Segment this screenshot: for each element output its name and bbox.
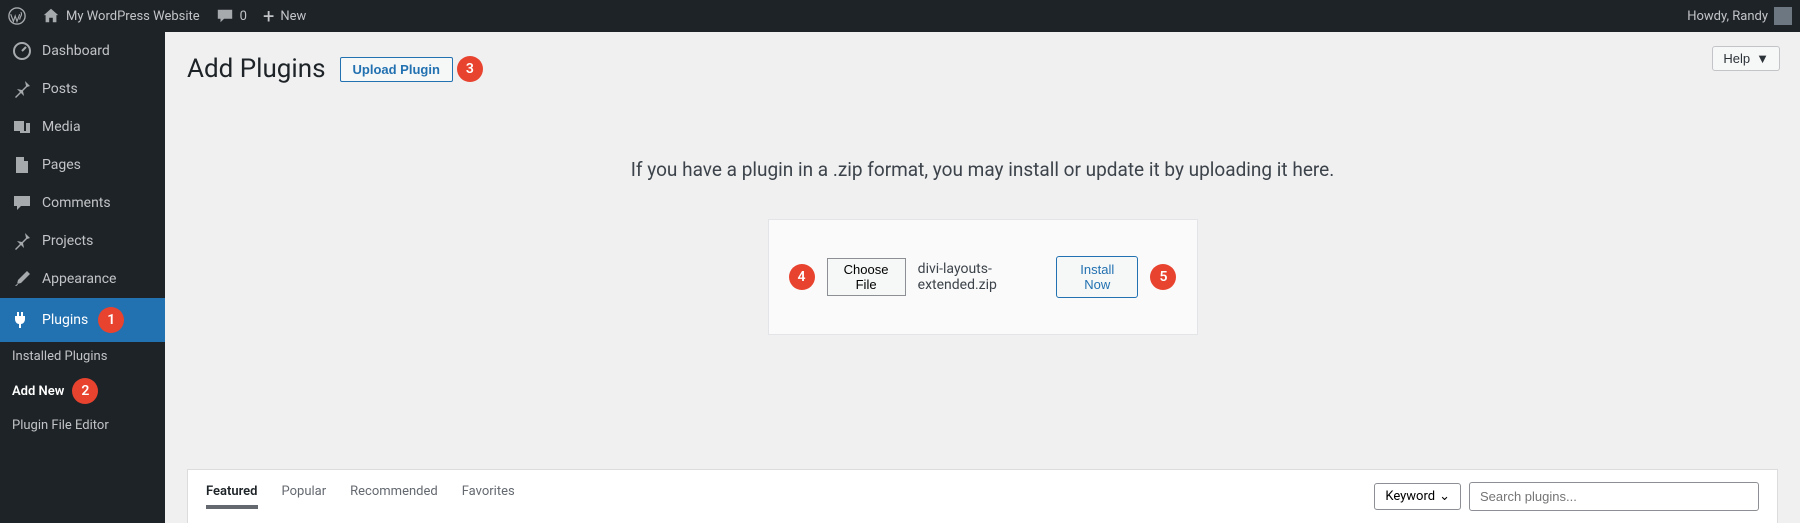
- sidebar-label: Pages: [42, 157, 81, 173]
- media-icon: [12, 117, 32, 137]
- pin-icon: [12, 231, 32, 251]
- sidebar-sub-label: Add New: [12, 384, 64, 399]
- selected-file-name: divi-layouts-extended.zip: [918, 261, 1044, 293]
- pin-icon: [12, 79, 32, 99]
- sidebar-item-comments[interactable]: Comments: [0, 184, 165, 222]
- sidebar-item-plugins[interactable]: Plugins 1: [0, 298, 165, 342]
- plugins-submenu: Installed Plugins Add New 2 Plugin File …: [0, 342, 165, 440]
- page-header: Add Plugins Upload Plugin 3: [187, 32, 1778, 84]
- greeting: Howdy, Randy: [1687, 9, 1768, 24]
- help-label: Help: [1723, 51, 1750, 66]
- upload-plugin-button[interactable]: Upload Plugin: [340, 57, 453, 82]
- new-content-link[interactable]: + New: [263, 6, 306, 26]
- page-title: Add Plugins: [187, 54, 326, 84]
- sidebar-label: Posts: [42, 81, 78, 97]
- upload-hint: If you have a plugin in a .zip format, y…: [187, 158, 1778, 181]
- home-icon: [42, 7, 60, 25]
- comment-icon: [216, 7, 234, 25]
- sidebar-item-appearance[interactable]: Appearance: [0, 260, 165, 298]
- plugin-filter-bar: Featured Popular Recommended Favorites K…: [187, 469, 1778, 523]
- admin-bar: My WordPress Website 0 + New Howdy, Rand…: [0, 0, 1800, 32]
- main-content: Help ▼ Add Plugins Upload Plugin 3 If yo…: [165, 32, 1800, 523]
- chevron-down-icon: ⌄: [1439, 489, 1450, 504]
- comments-link[interactable]: 0: [216, 7, 247, 25]
- sidebar-item-dashboard[interactable]: Dashboard: [0, 32, 165, 70]
- comment-icon: [12, 193, 32, 213]
- sidebar-sub-add-new[interactable]: Add New 2: [0, 371, 165, 411]
- choose-file-button[interactable]: Choose File: [827, 258, 906, 296]
- sidebar-sub-plugin-editor[interactable]: Plugin File Editor: [0, 411, 165, 440]
- sidebar-label: Plugins: [42, 312, 88, 328]
- sidebar-sub-label: Installed Plugins: [12, 349, 107, 364]
- wordpress-icon: [8, 7, 26, 25]
- sidebar-sub-installed-plugins[interactable]: Installed Plugins: [0, 342, 165, 371]
- dashboard-icon: [12, 41, 32, 61]
- sidebar-item-projects[interactable]: Projects: [0, 222, 165, 260]
- install-now-button[interactable]: Install Now: [1056, 256, 1138, 298]
- sidebar-label: Dashboard: [42, 43, 110, 59]
- page-icon: [12, 155, 32, 175]
- chevron-down-icon: ▼: [1756, 51, 1769, 66]
- comments-count: 0: [240, 9, 247, 24]
- annotation-badge-5: 5: [1150, 264, 1176, 290]
- search-type-label: Keyword: [1385, 489, 1435, 504]
- sidebar-item-posts[interactable]: Posts: [0, 70, 165, 108]
- plus-icon: +: [263, 6, 274, 26]
- sidebar-sub-label: Plugin File Editor: [12, 418, 109, 433]
- filter-tabs: Featured Popular Recommended Favorites: [206, 484, 515, 509]
- plugin-icon: [12, 310, 32, 330]
- help-toggle[interactable]: Help ▼: [1712, 46, 1780, 71]
- admin-sidebar: Dashboard Posts Media Pages Comments Pro…: [0, 32, 165, 523]
- site-link[interactable]: My WordPress Website: [42, 7, 200, 25]
- annotation-badge-4: 4: [789, 264, 815, 290]
- search-type-select[interactable]: Keyword ⌄: [1374, 483, 1461, 510]
- account-link[interactable]: Howdy, Randy: [1687, 7, 1792, 25]
- sidebar-label: Comments: [42, 195, 111, 211]
- annotation-badge-1: 1: [98, 307, 124, 333]
- wp-logo[interactable]: [8, 7, 26, 25]
- sidebar-label: Appearance: [42, 271, 116, 287]
- annotation-badge-2: 2: [72, 378, 98, 404]
- sidebar-label: Media: [42, 119, 81, 135]
- upload-form: 4 Choose File divi-layouts-extended.zip …: [768, 219, 1198, 335]
- brush-icon: [12, 269, 32, 289]
- help-container: Help ▼: [1712, 46, 1780, 71]
- tab-featured[interactable]: Featured: [206, 484, 258, 509]
- new-label: New: [280, 9, 306, 24]
- annotation-badge-3: 3: [457, 56, 483, 82]
- sidebar-item-pages[interactable]: Pages: [0, 146, 165, 184]
- tab-recommended[interactable]: Recommended: [350, 484, 438, 509]
- sidebar-item-media[interactable]: Media: [0, 108, 165, 146]
- avatar: [1774, 7, 1792, 25]
- search-plugins-input[interactable]: [1469, 482, 1759, 511]
- sidebar-label: Projects: [42, 233, 93, 249]
- site-name: My WordPress Website: [66, 9, 200, 24]
- tab-favorites[interactable]: Favorites: [462, 484, 515, 509]
- tab-popular[interactable]: Popular: [282, 484, 327, 509]
